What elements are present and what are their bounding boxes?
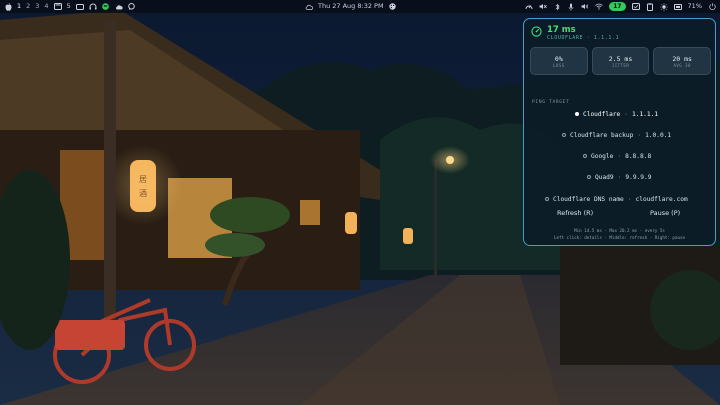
- target-separator: ·: [627, 195, 632, 203]
- window-list-icon[interactable]: [53, 3, 62, 11]
- pause-button[interactable]: Pause (P): [650, 209, 680, 217]
- power-icon[interactable]: [708, 3, 716, 11]
- hint-footer: Left click: details · Middle: refresh · …: [553, 235, 686, 240]
- microphone-icon[interactable]: [567, 3, 575, 11]
- stat-jitter-label: JITTER: [611, 62, 630, 68]
- radio-selected-icon: [575, 112, 579, 116]
- bluetooth-icon[interactable]: [553, 3, 561, 11]
- battery-fill: [675, 5, 680, 8]
- system-tray: 17 71%: [525, 0, 716, 13]
- radio-icon: [587, 175, 591, 179]
- target-cloudflare-backup[interactable]: Cloudflare backup · 1.0.0.1: [562, 130, 671, 140]
- target-name: Cloudflare backup: [570, 131, 634, 139]
- cloud-icon[interactable]: [115, 3, 123, 11]
- gauge-icon: [531, 26, 542, 37]
- top-panel: 1 2 3 4 5 Thu 27 Aug 8:32 PM 17 71%: [0, 0, 720, 13]
- keyboard-icon[interactable]: [75, 3, 84, 11]
- clock-datetime: Thu 27 Aug 8:32 PM: [318, 2, 384, 10]
- speed-icon[interactable]: [525, 3, 533, 11]
- chat-icon[interactable]: [128, 3, 136, 11]
- stat-average-label: AVG 30: [673, 62, 691, 68]
- wifi-icon[interactable]: [595, 3, 603, 11]
- target-separator: ·: [617, 173, 622, 181]
- target-cloudflare[interactable]: Cloudflare · 1.1.1.1: [575, 109, 658, 119]
- spotify-icon[interactable]: [102, 3, 110, 11]
- stat-loss-value: 0%: [554, 54, 563, 63]
- stat-average: 20 ms AVG 30: [653, 47, 712, 75]
- target-ip: 1.1.1.1: [632, 110, 659, 118]
- weather-cloud-icon: [305, 3, 313, 11]
- volume-icon[interactable]: [581, 3, 589, 11]
- target-cloudflare-dns-name[interactable]: Cloudflare DNS name · cloudflare.com: [545, 194, 688, 204]
- palette-icon[interactable]: [389, 3, 397, 11]
- battery-percent: 71%: [687, 2, 702, 10]
- clipboard-icon[interactable]: [646, 2, 654, 11]
- stats-row: 0% LOSS 2.5 ms JITTER 20 ms AVG 30: [530, 47, 712, 75]
- ping-popup: 17 ms CLOUDFLARE · 1.1.1.1 0% LOSS 2.5 m…: [523, 18, 716, 246]
- workspace-2[interactable]: 2: [26, 0, 30, 13]
- apple-logo-icon[interactable]: [4, 2, 12, 11]
- stat-jitter-value: 2.5 ms: [608, 54, 633, 63]
- workspace-3[interactable]: 3: [35, 0, 39, 13]
- target-quad9[interactable]: Quad9 · 9.9.9.9: [587, 172, 651, 182]
- target-name: Cloudflare DNS name: [553, 195, 624, 203]
- target-name: Google: [591, 152, 614, 160]
- target-separator: ·: [617, 152, 622, 160]
- target-name: Quad9: [595, 173, 614, 181]
- target-name: Cloudflare: [583, 110, 621, 118]
- radio-icon: [545, 197, 549, 201]
- stat-average-value: 20 ms: [672, 54, 692, 63]
- window-count: 5: [66, 2, 71, 10]
- stat-loss: 0% LOSS: [530, 47, 588, 75]
- target-google[interactable]: Google · 8.8.8.8: [583, 151, 651, 161]
- vpn-icon[interactable]: [631, 3, 640, 11]
- sun-brightness-icon[interactable]: [659, 2, 668, 11]
- stats-footer: Min 14.5 ms · Max 20.2 ms · every 5s: [574, 228, 665, 233]
- radio-icon: [583, 154, 587, 158]
- workspace-switcher: 1 2 3 4 5: [4, 0, 136, 13]
- target-ip: cloudflare.com: [635, 195, 688, 203]
- current-latency: 17 ms: [547, 25, 576, 35]
- refresh-button[interactable]: Refresh (R): [557, 209, 593, 217]
- clock-area[interactable]: Thu 27 Aug 8:32 PM: [305, 0, 397, 13]
- workspace-4[interactable]: 4: [44, 0, 48, 13]
- stat-loss-label: LOSS: [553, 62, 565, 68]
- battery-icon[interactable]: [673, 3, 682, 11]
- ping-target-heading: PING TARGET: [532, 100, 570, 105]
- stat-jitter: 2.5 ms JITTER: [591, 47, 650, 75]
- mute-icon[interactable]: [539, 3, 547, 11]
- current-provider: CLOUDFLARE · 1.1.1.1: [547, 35, 620, 41]
- target-ip: 1.0.0.1: [645, 131, 672, 139]
- workspace-1[interactable]: 1: [17, 0, 21, 13]
- target-ip: 8.8.8.8: [625, 152, 652, 160]
- ping-indicator-badge[interactable]: 17: [609, 2, 626, 11]
- radio-icon: [562, 133, 566, 137]
- headphones-icon[interactable]: [89, 3, 97, 11]
- popup-header: 17 ms CLOUDFLARE · 1.1.1.1: [531, 25, 619, 41]
- target-separator: ·: [624, 110, 628, 118]
- target-ip: 9.9.9.9: [625, 173, 652, 181]
- target-separator: ·: [637, 131, 642, 139]
